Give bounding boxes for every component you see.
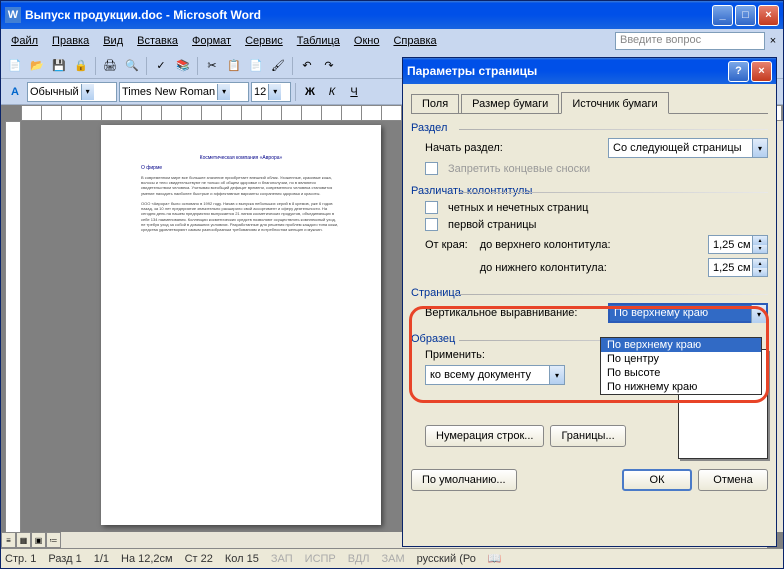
permission-icon[interactable]: 🔒 [71,56,91,76]
spell-icon[interactable]: ✓ [151,56,171,76]
group-section: Раздел [411,122,768,134]
valign-option-center[interactable]: По центру [601,352,761,366]
dialog-close-button[interactable]: × [751,61,772,82]
header-distance-spin[interactable]: 1,25 см▴▾ [708,235,768,254]
dialog-tabs: Поля Размер бумаги Источник бумаги [411,92,768,114]
ruler-vertical[interactable] [5,121,21,548]
view-buttons: ≡ ▦ ▣ ≔ [1,532,61,548]
minimize-button[interactable]: _ [712,5,733,26]
undo-icon[interactable]: ↶ [297,56,317,76]
size-combo[interactable]: 12▾ [251,82,291,102]
research-icon[interactable]: 📚 [173,56,193,76]
close-button[interactable]: × [758,5,779,26]
odd-even-label: четных и нечетных страниц [448,202,588,214]
tab-layout[interactable]: Источник бумаги [561,92,668,114]
status-trk: ИСПР [305,553,336,565]
menu-help[interactable]: Справка [387,33,442,49]
first-page-checkbox[interactable] [425,218,438,231]
cancel-button[interactable]: Отмена [698,469,768,491]
borders-button[interactable]: Границы... [550,425,625,447]
page[interactable]: Косметическая компания «Аврора» О фирме … [101,125,381,525]
to-footer-label: до нижнего колонтитула: [480,262,607,274]
page-heading: О фирме [141,165,341,171]
menu-edit[interactable]: Правка [46,33,95,49]
to-header-label: до верхнего колонтитула: [480,239,611,251]
restore-button[interactable]: □ [735,5,756,26]
bold-button[interactable]: Ж [300,82,320,102]
cut-icon[interactable]: ✂ [202,56,222,76]
odd-even-checkbox[interactable] [425,201,438,214]
status-col: Кол 15 [225,553,259,565]
menu-format[interactable]: Формат [186,33,237,49]
view-outline[interactable]: ≔ [46,532,61,548]
view-print[interactable]: ▣ [31,532,46,548]
italic-button[interactable]: К [322,82,342,102]
save-icon[interactable]: 💾 [49,56,69,76]
status-ovr: ЗАМ [382,553,405,565]
status-page: Стр. 1 [5,553,36,565]
section-start-label: Начать раздел: [425,142,503,154]
menu-window[interactable]: Окно [348,33,386,49]
tab-paper[interactable]: Размер бумаги [461,94,559,113]
page-body: В современном мире все большее значение … [141,175,341,232]
style-combo[interactable]: Обычный▾ [27,82,117,102]
default-button[interactable]: По умолчанию... [411,469,517,491]
word-icon: W [5,7,21,23]
statusbar: Стр. 1 Разд 1 1/1 На 12,2см Ст 22 Кол 15… [1,548,783,568]
first-page-label: первой страницы [448,219,536,231]
dialog-help-button[interactable]: ? [728,61,749,82]
valign-option-top[interactable]: По верхнему краю [601,338,761,352]
view-web[interactable]: ▦ [16,532,31,548]
status-book-icon[interactable]: 📖 [488,552,502,565]
dialog-title: Параметры страницы [407,64,728,78]
paste-icon[interactable]: 📄 [246,56,266,76]
preview-icon[interactable]: 🔍 [122,56,142,76]
suppress-endnotes-checkbox[interactable] [425,162,438,175]
main-titlebar: W Выпуск продукции.doc - Microsoft Word … [1,1,783,29]
ok-button[interactable]: ОК [622,469,692,491]
status-lang: русский (Ро [417,553,476,565]
group-page: Страница [411,287,768,299]
brush-icon[interactable]: 🖌 [268,56,288,76]
window-title: Выпуск продукции.doc - Microsoft Word [25,8,712,22]
section-start-select[interactable]: Со следующей страницы▾ [608,138,768,158]
font-combo[interactable]: Times New Roman▾ [119,82,249,102]
valign-option-justify[interactable]: По высоте [601,366,761,380]
suppress-endnotes-label: Запретить концевые сноски [448,163,590,175]
status-rec: ЗАП [271,553,293,565]
group-headers: Различать колонтитулы [411,185,768,197]
view-normal[interactable]: ≡ [1,532,16,548]
menu-tools[interactable]: Сервис [239,33,289,49]
status-pages: 1/1 [94,553,109,565]
status-line: Ст 22 [185,553,213,565]
page-subtitle: Косметическая компания «Аврора» [141,155,341,161]
menu-view[interactable]: Вид [97,33,129,49]
page-setup-dialog: Параметры страницы ? × Поля Размер бумаг… [402,57,777,547]
new-icon[interactable]: 📄 [5,56,25,76]
ask-question-input[interactable]: Введите вопрос [615,32,765,50]
underline-button[interactable]: Ч [344,82,364,102]
footer-distance-spin[interactable]: 1,25 см▴▾ [708,258,768,277]
from-edge-label: От края: [425,239,468,251]
line-numbers-button[interactable]: Нумерация строк... [425,425,544,447]
copy-icon[interactable]: 📋 [224,56,244,76]
styles-pane-icon[interactable]: A [5,82,25,102]
menubar: Файл Правка Вид Вставка Формат Сервис Та… [1,29,783,53]
valign-dropdown: По верхнему краю По центру По высоте По … [600,337,762,395]
status-section: Разд 1 [48,553,81,565]
menu-insert[interactable]: Вставка [131,33,184,49]
dialog-titlebar: Параметры страницы ? × [403,58,776,84]
menu-file[interactable]: Файл [5,33,44,49]
open-icon[interactable]: 📂 [27,56,47,76]
print-icon[interactable]: 🖨 [100,56,120,76]
tab-margins[interactable]: Поля [411,94,459,113]
menu-table[interactable]: Таблица [291,33,346,49]
status-pos: На 12,2см [121,553,173,565]
status-ext: ВДЛ [348,553,370,565]
redo-icon[interactable]: ↷ [319,56,339,76]
valign-option-bottom[interactable]: По нижнему краю [601,380,761,394]
